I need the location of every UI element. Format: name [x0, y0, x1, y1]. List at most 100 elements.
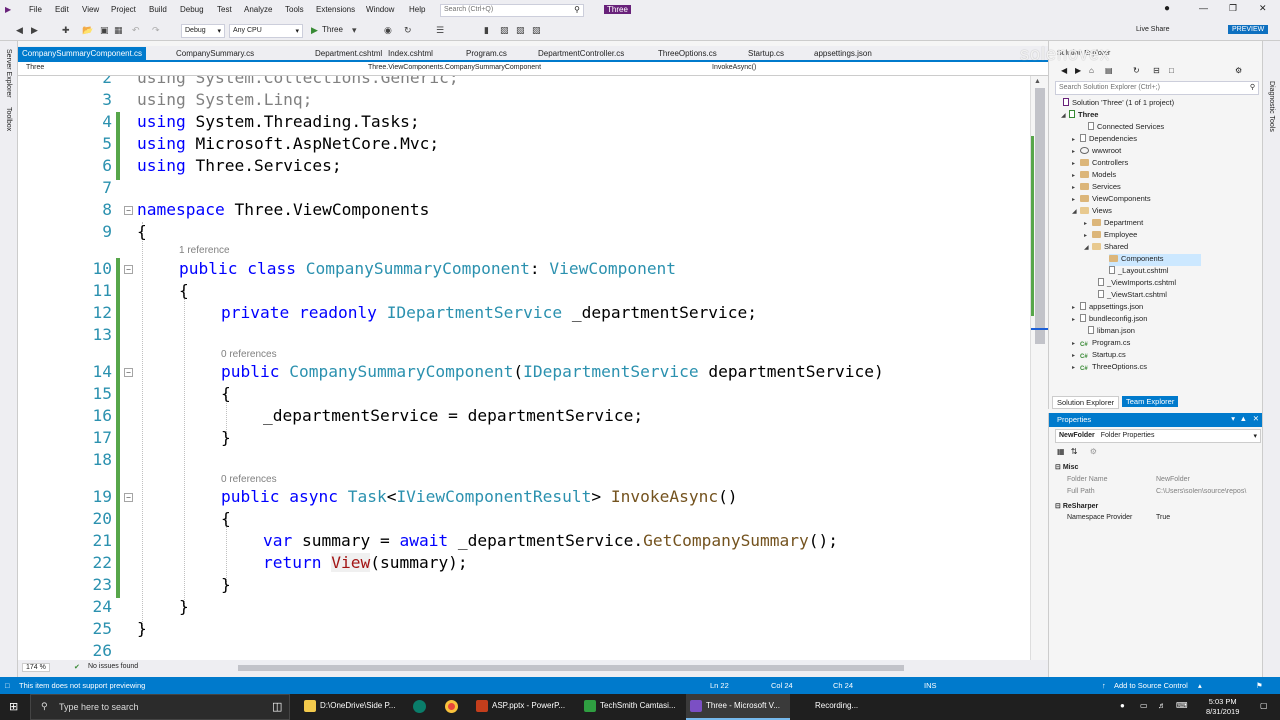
tab-companysummary[interactable]: CompanySummary.cs — [172, 47, 258, 61]
switch-views-icon[interactable]: ▤ — [1105, 66, 1113, 75]
back-icon[interactable]: ◀ — [16, 25, 23, 36]
redo-icon[interactable]: ↷ — [152, 25, 160, 36]
fold-toggle[interactable]: − — [124, 206, 133, 215]
editor-vertical-scrollbar[interactable]: ▲ — [1030, 76, 1049, 660]
diagnostic-tools-tab[interactable]: Diagnostic Tools — [1268, 81, 1275, 132]
tab-program[interactable]: Program.cs — [462, 47, 511, 61]
type-dropdown[interactable]: Three.ViewComponents.CompanySummaryCompo… — [368, 64, 541, 71]
minimize-icon[interactable]: — — [1199, 3, 1208, 13]
tab-solution-explorer[interactable]: Solution Explorer — [1052, 396, 1120, 409]
tree-libman-json[interactable]: libman.json — [1080, 326, 1135, 338]
menu-debug[interactable]: Debug — [180, 5, 204, 14]
platform-dropdown[interactable]: Any CPU ▾ — [229, 24, 303, 38]
tree-connected-services[interactable]: Connected Services — [1080, 122, 1164, 134]
solution-search-input[interactable]: Search Solution Explorer (Ctrl+;) ⚲ — [1055, 81, 1259, 95]
browser-icon[interactable]: ◉ — [384, 25, 392, 36]
issues-status[interactable]: No issues found — [88, 663, 138, 670]
search-box[interactable]: Search (Ctrl+Q) ⚲ — [440, 4, 584, 17]
tree-viewimports-cshtml[interactable]: _ViewImports.cshtml — [1098, 278, 1176, 290]
settings-icon[interactable]: ⚙ — [1235, 66, 1242, 75]
fold-toggle[interactable]: − — [124, 265, 133, 274]
task-camtasia[interactable]: TechSmith Camtasi... — [580, 694, 684, 720]
config-dropdown[interactable]: Debug ▾ — [181, 24, 225, 38]
forward-icon[interactable]: ▶ — [1075, 66, 1081, 75]
bookmark-next-icon[interactable]: ▧ — [516, 25, 525, 36]
tab-index-cshtml[interactable]: Index.cshtml — [384, 47, 437, 61]
save-all-icon[interactable]: ▦ — [114, 25, 123, 36]
menu-extensions[interactable]: Extensions — [316, 5, 355, 14]
menu-window[interactable]: Window — [366, 5, 394, 14]
microphone-icon[interactable]: ● — [1120, 701, 1125, 710]
server-explorer-tab[interactable]: Server Explorer — [5, 49, 12, 98]
run-target-button[interactable]: Three — [322, 25, 343, 34]
sync-icon[interactable]: ↻ — [1133, 66, 1140, 75]
task-view-icon[interactable]: ◫ — [272, 700, 282, 713]
new-project-icon[interactable]: ✚ — [62, 25, 70, 36]
code-editor[interactable]: 2 using System.Collections.Generic; 3 usin… — [18, 76, 1030, 660]
property-full-path[interactable]: Full Path C:\Users\solen\source\repos\ — [1055, 488, 1261, 500]
property-namespace-provider[interactable]: Namespace Provider True — [1055, 514, 1261, 526]
tab-threeoptions[interactable]: ThreeOptions.cs — [654, 47, 721, 61]
tree-department[interactable]: ▸ Department — [1084, 218, 1143, 230]
notification-bell-icon[interactable]: ⚑ — [1256, 681, 1263, 690]
open-icon[interactable]: 📂 — [82, 25, 93, 36]
tree-services[interactable]: ▸ Services — [1072, 182, 1121, 194]
tree-controllers[interactable]: ▸ Controllers — [1072, 158, 1128, 170]
tree-viewstart-cshtml[interactable]: _ViewStart.cshtml — [1098, 290, 1167, 302]
property-folder-name[interactable]: Folder Name NewFolder — [1055, 476, 1261, 488]
play-icon[interactable]: ▶ — [311, 25, 318, 36]
network-icon[interactable]: ▭ — [1140, 701, 1148, 710]
taskbar-clock[interactable]: 5:03 PM 8/31/2019 — [1206, 697, 1239, 717]
categorized-icon[interactable]: ▦ — [1057, 447, 1065, 456]
tab-department-cshtml[interactable]: Department.cshtml — [311, 47, 386, 61]
volume-icon[interactable]: ♬ — [1158, 701, 1166, 710]
format-icon[interactable]: ☰ — [436, 25, 444, 36]
task-visual-studio[interactable]: Three - Microsoft V... — [686, 694, 790, 720]
tree-project-three[interactable]: ◢ Three — [1061, 110, 1098, 122]
menu-build[interactable]: Build — [149, 5, 167, 14]
horizontal-scrollbar-thumb[interactable] — [238, 665, 904, 671]
avatar[interactable]: ● — [1164, 3, 1170, 14]
tree-shared[interactable]: ◢ Shared — [1084, 242, 1128, 254]
task-powerpoint[interactable]: ASP.pptx - PowerP... — [472, 694, 576, 720]
menu-test[interactable]: Test — [217, 5, 232, 14]
refresh-icon[interactable]: ↻ — [404, 25, 412, 36]
close-icon[interactable]: ✕ — [1253, 414, 1259, 423]
chevron-down-icon[interactable]: ▾ — [352, 25, 357, 36]
property-pages-icon[interactable]: ⚙ — [1090, 447, 1097, 456]
live-share-button[interactable]: Live Share — [1136, 26, 1169, 33]
project-dropdown[interactable]: Three — [26, 64, 44, 71]
task-file-explorer[interactable]: D:\OneDrive\Side P... — [300, 694, 404, 720]
menu-file[interactable]: File — [29, 5, 42, 14]
split-icon[interactable]: ▲ — [1034, 78, 1041, 85]
alphabetical-icon[interactable]: ⇅ — [1071, 447, 1078, 456]
windows-start-icon[interactable]: ⊞ — [9, 700, 18, 713]
codelens-references[interactable]: 1 reference — [179, 245, 230, 256]
autohide-icon[interactable]: ▲ — [1240, 414, 1247, 423]
properties-object-selector[interactable]: NewFolder Folder Properties ▾ — [1055, 429, 1261, 443]
tree-wwwroot[interactable]: ▸ wwwroot — [1072, 146, 1121, 158]
show-all-files-icon[interactable]: □ — [1169, 66, 1174, 75]
tree-appsettings-json[interactable]: ▸ appsettings.json — [1072, 302, 1143, 314]
taskbar-search-input[interactable]: ⚲ Type here to search — [30, 694, 290, 720]
fold-toggle[interactable]: − — [124, 368, 133, 377]
category-resharper[interactable]: ⊟ ReSharper — [1055, 502, 1261, 514]
tab-startup[interactable]: Startup.cs — [744, 47, 788, 61]
tab-companysummarycomponent[interactable]: CompanySummaryComponent.cs — [18, 47, 147, 61]
chrome-icon[interactable] — [445, 700, 458, 713]
menu-edit[interactable]: Edit — [55, 5, 69, 14]
menu-view[interactable]: View — [82, 5, 99, 14]
forward-icon[interactable]: ▶ — [31, 25, 38, 36]
save-icon[interactable]: ▣ — [100, 25, 109, 36]
menu-help[interactable]: Help — [409, 5, 425, 14]
tree-views[interactable]: ◢ Views — [1072, 206, 1112, 218]
back-icon[interactable]: ◀ — [1061, 66, 1067, 75]
tree-employee[interactable]: ▸ Employee — [1084, 230, 1137, 242]
home-icon[interactable]: ⌂ — [1089, 66, 1094, 75]
tree-startup-cs[interactable]: ▸ C# Startup.cs — [1072, 350, 1126, 362]
tree-viewcomponents[interactable]: ▸ ViewComponents — [1072, 194, 1151, 206]
toolbox-tab[interactable]: Toolbox — [5, 107, 12, 131]
restore-icon[interactable]: ❐ — [1229, 3, 1237, 14]
tree-solution[interactable]: Solution 'Three' (1 of 1 project) — [1063, 98, 1174, 110]
close-icon[interactable]: ✕ — [1259, 3, 1267, 14]
